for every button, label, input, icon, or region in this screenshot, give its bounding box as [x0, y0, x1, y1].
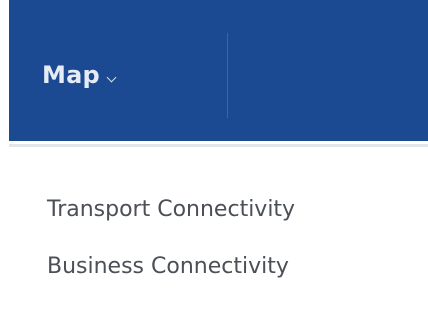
menu-item-transport-connectivity[interactable]: Transport Connectivity [47, 188, 295, 245]
map-dropdown-menu: Transport Connectivity Business Connecti… [47, 188, 295, 302]
chevron-down-icon [106, 72, 117, 82]
menu-item-business-connectivity[interactable]: Business Connectivity [47, 245, 295, 302]
dropdown-top-border [9, 144, 428, 147]
nav-map-label: Map [42, 61, 100, 89]
nav-divider [227, 33, 228, 118]
top-navbar: Map [9, 0, 428, 141]
nav-map-toggle[interactable]: Map [42, 58, 117, 92]
